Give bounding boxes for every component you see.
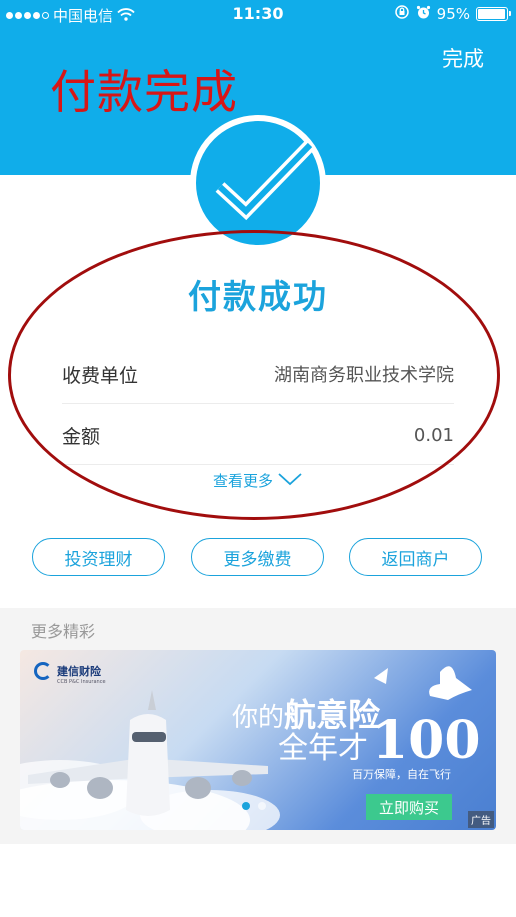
battery-icon [476,7,511,21]
success-check-icon [190,115,326,251]
amount-value: 0.01 [413,424,454,446]
view-more-label: 查看更多 [212,472,273,490]
payment-success-title: 付款成功 [188,277,328,316]
carousel-dot[interactable] [258,802,266,810]
invest-button[interactable]: 投资理财 [32,538,165,576]
banner-headline-2: 全年才 100 [278,710,481,771]
amount-row: 金额 0.01 [62,408,454,462]
more-payments-button[interactable]: 更多缴费 [191,538,324,576]
status-bar: 中国电信 11:30 95% [0,0,516,28]
more-section-title: 更多精彩 [31,622,96,641]
ad-label: 广告 [468,811,494,828]
alarm-icon [416,5,431,24]
brand-subtitle: CCB P&C Insurance [57,679,106,685]
chevron-down-icon [277,472,303,490]
banner-subtitle: 百万保障，自在飞行 [352,768,451,781]
return-merchant-button[interactable]: 返回商户 [349,538,482,576]
view-more-link[interactable]: 查看更多 [0,470,516,491]
battery-percent: 95% [436,5,470,23]
rotation-lock-icon [394,4,410,24]
more-section: 更多精彩 建信财险 CCB P&C Insurance 你的航意险 全年才 100 [0,608,516,844]
amount-label: 金额 [62,425,101,448]
banner-price: 100 [372,710,481,771]
payee-label: 收费单位 [62,364,139,387]
done-button[interactable]: 完成 [442,43,484,73]
brand-logo-icon [34,662,52,680]
status-bar-right: 95% [394,4,511,24]
brand-logo: 建信财险 [34,662,101,680]
payee-value: 湖南商务职业技术学院 [274,365,454,386]
row-divider [62,403,454,404]
buy-now-button[interactable]: 立即购买 [366,794,452,820]
carousel-dot[interactable] [242,802,250,810]
row-divider [62,464,454,465]
brand-name: 建信财险 [57,665,101,678]
ad-banner[interactable]: 建信财险 CCB P&C Insurance 你的航意险 全年才 100 百万保障… [20,650,496,830]
banner-headline-2a: 全年才 [278,731,368,766]
carousel-indicator [242,802,266,810]
payee-row: 收费单位 湖南商务职业技术学院 [62,347,454,401]
annotation-title: 付款完成 [50,65,238,119]
banner-headline-1a: 你的 [232,703,285,733]
